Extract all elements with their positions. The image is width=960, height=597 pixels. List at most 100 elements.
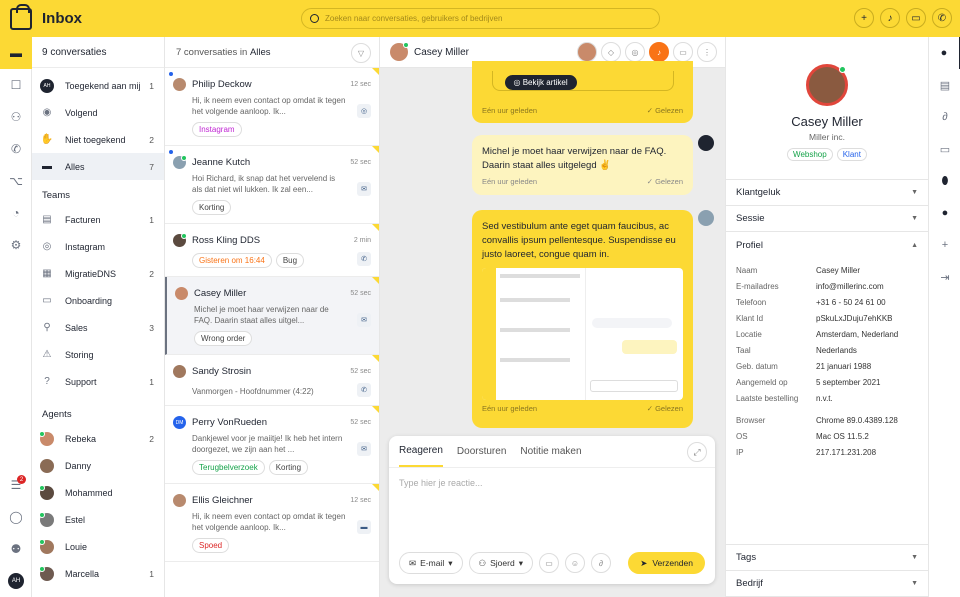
right-nav: ● ▤ ∂ ▭ ⬮ ● + ⇥ [928, 37, 960, 597]
contacts-icon[interactable]: ☐ [0, 69, 32, 101]
agent-louie[interactable]: Louie [32, 533, 164, 560]
contact-name: Casey Miller [194, 288, 247, 299]
message-text: Michel je moet haar verwijzen naar de FA… [482, 146, 667, 171]
team-migratiedns[interactable]: ▦ MigratieDNS 2 [32, 260, 164, 287]
field-key: Aangemeld op [736, 377, 788, 387]
field-value[interactable]: +31 6 - 50 24 61 00 [816, 298, 886, 307]
more-icon[interactable]: ⋮ [697, 42, 717, 62]
field-value: Casey Miller [816, 265, 861, 275]
notifications-icon[interactable]: ☰ 2 [0, 469, 32, 501]
folder-following[interactable]: ◉ Volgend [32, 99, 164, 126]
inbox-icon[interactable]: ▬ [0, 37, 32, 69]
team-support[interactable]: ? Support 1 [32, 368, 164, 395]
expand-icon[interactable]: ⤢ [687, 442, 707, 462]
tab-reply[interactable]: Reageren [399, 436, 443, 467]
agent-danny[interactable]: Danny [32, 452, 164, 479]
team-instagram[interactable]: ◎ Instagram [32, 233, 164, 260]
field-key: Telefoon [736, 297, 767, 307]
dashboard-icon[interactable]: ◔ [0, 197, 32, 229]
team-storing[interactable]: ⚠ Storing [32, 341, 164, 368]
conversation-item[interactable]: Ross Kling DDS 2 min Gisteren om 16:44 Bug… [165, 224, 379, 277]
agent-rebeka[interactable]: Rebeka 2 [32, 425, 164, 452]
user-avatar-button[interactable] [577, 42, 597, 62]
conversation-item[interactable]: Sandy Strosin 52 sec Vanmorgen - Hoofdnum… [165, 355, 379, 406]
agent-select[interactable]: ⚇ Sjoerd ▾ [468, 552, 533, 574]
tab-forward[interactable]: Doorsturen [457, 446, 506, 457]
send-label: Verzenden [652, 558, 693, 568]
phone-icon: ✆ [357, 252, 371, 266]
agent-estel[interactable]: Estel [32, 506, 164, 533]
avatar [390, 42, 409, 61]
chat-bubble-icon[interactable]: ◯ [0, 501, 32, 533]
search-input[interactable]: Zoeken naar conversaties, gebruikers of … [301, 8, 660, 29]
team-icon[interactable]: ⚉ [0, 533, 32, 565]
reply-input[interactable]: Type hier je reactie... [389, 468, 715, 498]
user-avatar[interactable]: AH [0, 565, 32, 597]
shop-icon[interactable]: ● [929, 197, 960, 229]
channel-select[interactable]: ✉ E-mail ▾ [399, 552, 463, 574]
section-profile[interactable]: Profiel ▲ [726, 232, 928, 258]
field-row: Telefoon +31 6 - 50 24 61 00 [726, 294, 928, 310]
settings-icon[interactable]: ⚙ [0, 229, 32, 261]
user-icon[interactable]: ● [929, 37, 960, 69]
folder-all[interactable]: ▬ Alles 7 [32, 153, 164, 180]
archive-icon[interactable]: ▭ [673, 42, 693, 62]
add-button[interactable]: + [854, 8, 874, 28]
tab-note[interactable]: Notitie maken [520, 446, 581, 457]
comments-icon[interactable]: ▭ [929, 133, 960, 165]
field-value[interactable]: info@millerinc.com [816, 282, 884, 291]
integration-icon[interactable]: ⬮ [929, 165, 960, 197]
section-tags[interactable]: Tags ▼ [726, 545, 928, 571]
agent-label: Estel [65, 514, 86, 525]
collapse-icon[interactable]: ⇥ [929, 261, 960, 293]
agent-marcella[interactable]: Marcella 1 [32, 560, 164, 587]
emoji-icon[interactable]: ☺ [564, 553, 585, 573]
agent-mohammed[interactable]: Mohammed [32, 479, 164, 506]
conversation-item[interactable]: Jeanne Kutch 52 sec Hoi Richard, ik snap … [165, 146, 379, 224]
conversation-item-selected[interactable]: Casey Miller 52 sec Michel je moet haar v… [165, 277, 379, 355]
filter-icon[interactable]: ▽ [351, 43, 371, 63]
phone-icon[interactable]: ✆ [0, 133, 32, 165]
tag-icon[interactable]: ◇ [601, 42, 621, 62]
phone-icon[interactable]: ✆ [932, 8, 952, 28]
hide-icon[interactable]: ◎ [625, 42, 645, 62]
template-icon[interactable]: ▭ [538, 553, 559, 573]
field-row: IP 217.171.231.208 [726, 444, 928, 460]
conversation-item[interactable]: Philip Deckow 12 sec Hi, ik neem even con… [165, 68, 379, 146]
field-row: Naam Casey Miller [726, 262, 928, 278]
left-nav: ▬ ☐ ⚇ ✆ ⌥ ◔ ⚙ ☰ 2 ◯ ⚉ AH [0, 37, 32, 597]
folder-assigned-to-me[interactable]: AH Toegekend aan mij 1 [32, 72, 164, 99]
flow-icon[interactable]: ⌥ [0, 165, 32, 197]
view-article-button[interactable]: ◎ Bekijk artikel [504, 75, 577, 90]
section-company[interactable]: Bedrijf ▼ [726, 571, 928, 597]
section-session[interactable]: Sessie ▼ [726, 206, 928, 232]
team-sales[interactable]: ⚲ Sales 3 [32, 314, 164, 341]
snooze-icon[interactable]: ♪ [649, 42, 669, 62]
paperclip-icon[interactable]: ∂ [929, 101, 960, 133]
notes-icon[interactable]: ▤ [929, 69, 960, 101]
folders-header: 9 conversaties [32, 37, 164, 68]
field-key: Naam [736, 265, 758, 275]
attachment-icon[interactable]: ∂ [590, 553, 611, 573]
conversation-item[interactable]: DM Perry VonRueden 52 sec Dankjewel voor j… [165, 406, 379, 484]
team-onboarding[interactable]: ▭ Onboarding [32, 287, 164, 314]
message-icon[interactable]: ▭ [906, 8, 926, 28]
avatar [39, 511, 54, 527]
tag: Gisteren om 16:44 [192, 253, 272, 268]
users-icon[interactable]: ⚇ [0, 101, 32, 133]
field-value: Nederlands [816, 345, 857, 355]
message-bubble: Michel je moet haar verwijzen naar de FA… [472, 135, 693, 195]
add-icon[interactable]: + [929, 229, 960, 261]
conversation-item[interactable]: Ellis Gleichner 12 sec Hi, ik neem even c… [165, 484, 379, 562]
corner-marker [372, 146, 379, 153]
team-facturen[interactable]: ▤ Facturen 1 [32, 206, 164, 233]
section-customer-happiness[interactable]: Klantgeluk ▼ [726, 180, 928, 206]
field-key: Geb. datum [736, 361, 778, 371]
bell-icon[interactable]: ♪ [880, 8, 900, 28]
email-icon: ✉ [357, 182, 371, 196]
folder-unassigned[interactable]: ✋ Niet toegekend 2 [32, 126, 164, 153]
tag: Instagram [192, 122, 242, 137]
send-button[interactable]: ➤ Verzenden [628, 552, 705, 574]
notification-badge: 2 [17, 475, 26, 484]
screenshot-attachment[interactable] [482, 268, 683, 400]
